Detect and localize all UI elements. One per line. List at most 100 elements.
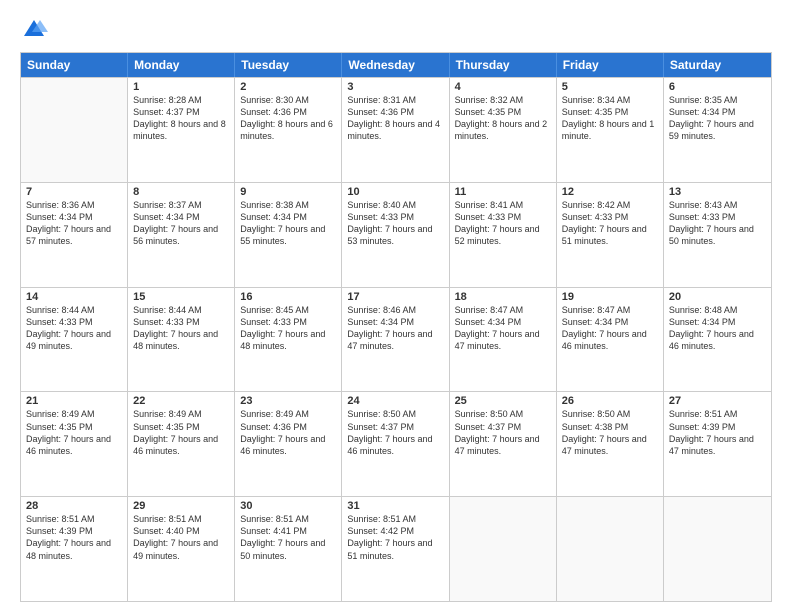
calendar-header: SundayMondayTuesdayWednesdayThursdayFrid… [21, 53, 771, 77]
day-info: Sunrise: 8:50 AMSunset: 4:37 PMDaylight:… [455, 408, 551, 457]
header-day-wednesday: Wednesday [342, 53, 449, 77]
table-row: 24Sunrise: 8:50 AMSunset: 4:37 PMDayligh… [342, 392, 449, 496]
day-info: Sunrise: 8:32 AMSunset: 4:35 PMDaylight:… [455, 94, 551, 143]
day-info: Sunrise: 8:51 AMSunset: 4:42 PMDaylight:… [347, 513, 443, 562]
day-info: Sunrise: 8:51 AMSunset: 4:40 PMDaylight:… [133, 513, 229, 562]
day-info: Sunrise: 8:36 AMSunset: 4:34 PMDaylight:… [26, 199, 122, 248]
day-number: 27 [669, 395, 766, 407]
day-info: Sunrise: 8:42 AMSunset: 4:33 PMDaylight:… [562, 199, 658, 248]
day-info: Sunrise: 8:49 AMSunset: 4:35 PMDaylight:… [133, 408, 229, 457]
table-row: 7Sunrise: 8:36 AMSunset: 4:34 PMDaylight… [21, 183, 128, 287]
day-number: 18 [455, 291, 551, 303]
table-row: 26Sunrise: 8:50 AMSunset: 4:38 PMDayligh… [557, 392, 664, 496]
day-info: Sunrise: 8:49 AMSunset: 4:35 PMDaylight:… [26, 408, 122, 457]
table-row: 15Sunrise: 8:44 AMSunset: 4:33 PMDayligh… [128, 288, 235, 392]
day-number: 17 [347, 291, 443, 303]
table-row: 6Sunrise: 8:35 AMSunset: 4:34 PMDaylight… [664, 78, 771, 182]
day-info: Sunrise: 8:30 AMSunset: 4:36 PMDaylight:… [240, 94, 336, 143]
day-number: 26 [562, 395, 658, 407]
logo [20, 16, 52, 44]
table-row: 20Sunrise: 8:48 AMSunset: 4:34 PMDayligh… [664, 288, 771, 392]
table-row: 27Sunrise: 8:51 AMSunset: 4:39 PMDayligh… [664, 392, 771, 496]
day-number: 4 [455, 81, 551, 93]
day-info: Sunrise: 8:44 AMSunset: 4:33 PMDaylight:… [26, 304, 122, 353]
logo-icon [20, 16, 48, 44]
table-row [450, 497, 557, 601]
day-info: Sunrise: 8:51 AMSunset: 4:41 PMDaylight:… [240, 513, 336, 562]
day-number: 10 [347, 186, 443, 198]
header-day-friday: Friday [557, 53, 664, 77]
day-info: Sunrise: 8:46 AMSunset: 4:34 PMDaylight:… [347, 304, 443, 353]
table-row: 30Sunrise: 8:51 AMSunset: 4:41 PMDayligh… [235, 497, 342, 601]
day-number: 23 [240, 395, 336, 407]
day-info: Sunrise: 8:31 AMSunset: 4:36 PMDaylight:… [347, 94, 443, 143]
day-number: 12 [562, 186, 658, 198]
table-row: 17Sunrise: 8:46 AMSunset: 4:34 PMDayligh… [342, 288, 449, 392]
day-number: 22 [133, 395, 229, 407]
day-info: Sunrise: 8:43 AMSunset: 4:33 PMDaylight:… [669, 199, 766, 248]
day-info: Sunrise: 8:45 AMSunset: 4:33 PMDaylight:… [240, 304, 336, 353]
table-row: 28Sunrise: 8:51 AMSunset: 4:39 PMDayligh… [21, 497, 128, 601]
day-number: 14 [26, 291, 122, 303]
day-number: 19 [562, 291, 658, 303]
day-info: Sunrise: 8:47 AMSunset: 4:34 PMDaylight:… [562, 304, 658, 353]
header-day-tuesday: Tuesday [235, 53, 342, 77]
header-day-monday: Monday [128, 53, 235, 77]
table-row: 31Sunrise: 8:51 AMSunset: 4:42 PMDayligh… [342, 497, 449, 601]
table-row: 5Sunrise: 8:34 AMSunset: 4:35 PMDaylight… [557, 78, 664, 182]
calendar-row-3: 14Sunrise: 8:44 AMSunset: 4:33 PMDayligh… [21, 287, 771, 392]
table-row: 29Sunrise: 8:51 AMSunset: 4:40 PMDayligh… [128, 497, 235, 601]
table-row: 8Sunrise: 8:37 AMSunset: 4:34 PMDaylight… [128, 183, 235, 287]
header-day-saturday: Saturday [664, 53, 771, 77]
table-row: 18Sunrise: 8:47 AMSunset: 4:34 PMDayligh… [450, 288, 557, 392]
table-row: 9Sunrise: 8:38 AMSunset: 4:34 PMDaylight… [235, 183, 342, 287]
calendar-row-2: 7Sunrise: 8:36 AMSunset: 4:34 PMDaylight… [21, 182, 771, 287]
day-info: Sunrise: 8:38 AMSunset: 4:34 PMDaylight:… [240, 199, 336, 248]
day-info: Sunrise: 8:48 AMSunset: 4:34 PMDaylight:… [669, 304, 766, 353]
table-row [664, 497, 771, 601]
day-info: Sunrise: 8:44 AMSunset: 4:33 PMDaylight:… [133, 304, 229, 353]
day-number: 7 [26, 186, 122, 198]
day-info: Sunrise: 8:51 AMSunset: 4:39 PMDaylight:… [26, 513, 122, 562]
day-info: Sunrise: 8:28 AMSunset: 4:37 PMDaylight:… [133, 94, 229, 143]
table-row: 1Sunrise: 8:28 AMSunset: 4:37 PMDaylight… [128, 78, 235, 182]
table-row: 25Sunrise: 8:50 AMSunset: 4:37 PMDayligh… [450, 392, 557, 496]
table-row: 13Sunrise: 8:43 AMSunset: 4:33 PMDayligh… [664, 183, 771, 287]
day-number: 5 [562, 81, 658, 93]
day-number: 3 [347, 81, 443, 93]
header-day-thursday: Thursday [450, 53, 557, 77]
table-row: 22Sunrise: 8:49 AMSunset: 4:35 PMDayligh… [128, 392, 235, 496]
day-number: 30 [240, 500, 336, 512]
day-number: 25 [455, 395, 551, 407]
day-info: Sunrise: 8:50 AMSunset: 4:38 PMDaylight:… [562, 408, 658, 457]
day-number: 13 [669, 186, 766, 198]
day-info: Sunrise: 8:34 AMSunset: 4:35 PMDaylight:… [562, 94, 658, 143]
table-row: 2Sunrise: 8:30 AMSunset: 4:36 PMDaylight… [235, 78, 342, 182]
header [20, 16, 772, 44]
day-info: Sunrise: 8:49 AMSunset: 4:36 PMDaylight:… [240, 408, 336, 457]
calendar-row-4: 21Sunrise: 8:49 AMSunset: 4:35 PMDayligh… [21, 391, 771, 496]
day-number: 1 [133, 81, 229, 93]
day-number: 29 [133, 500, 229, 512]
day-info: Sunrise: 8:40 AMSunset: 4:33 PMDaylight:… [347, 199, 443, 248]
day-number: 31 [347, 500, 443, 512]
table-row: 12Sunrise: 8:42 AMSunset: 4:33 PMDayligh… [557, 183, 664, 287]
day-info: Sunrise: 8:35 AMSunset: 4:34 PMDaylight:… [669, 94, 766, 143]
table-row: 16Sunrise: 8:45 AMSunset: 4:33 PMDayligh… [235, 288, 342, 392]
day-number: 28 [26, 500, 122, 512]
day-number: 24 [347, 395, 443, 407]
calendar: SundayMondayTuesdayWednesdayThursdayFrid… [20, 52, 772, 602]
calendar-row-5: 28Sunrise: 8:51 AMSunset: 4:39 PMDayligh… [21, 496, 771, 601]
day-number: 2 [240, 81, 336, 93]
header-day-sunday: Sunday [21, 53, 128, 77]
day-number: 9 [240, 186, 336, 198]
table-row: 19Sunrise: 8:47 AMSunset: 4:34 PMDayligh… [557, 288, 664, 392]
table-row: 4Sunrise: 8:32 AMSunset: 4:35 PMDaylight… [450, 78, 557, 182]
table-row [21, 78, 128, 182]
table-row: 11Sunrise: 8:41 AMSunset: 4:33 PMDayligh… [450, 183, 557, 287]
day-info: Sunrise: 8:50 AMSunset: 4:37 PMDaylight:… [347, 408, 443, 457]
day-info: Sunrise: 8:41 AMSunset: 4:33 PMDaylight:… [455, 199, 551, 248]
day-number: 6 [669, 81, 766, 93]
day-info: Sunrise: 8:47 AMSunset: 4:34 PMDaylight:… [455, 304, 551, 353]
table-row: 10Sunrise: 8:40 AMSunset: 4:33 PMDayligh… [342, 183, 449, 287]
